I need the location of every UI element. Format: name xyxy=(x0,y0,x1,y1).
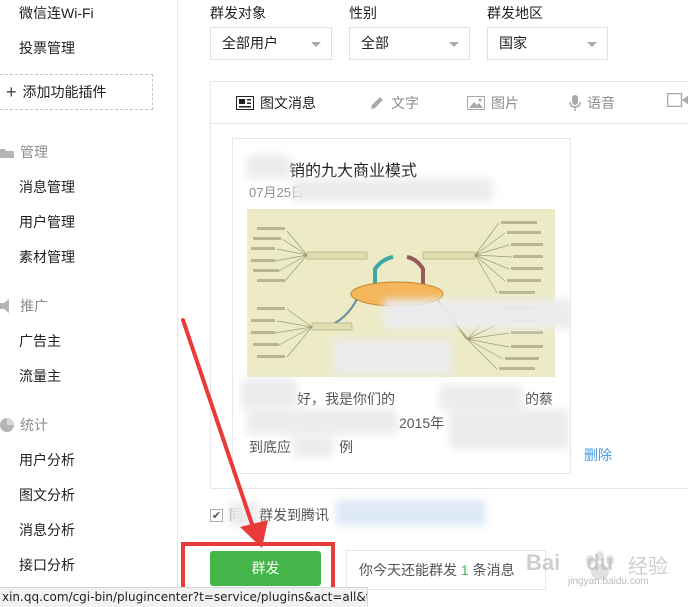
section-manage-header: 管理 xyxy=(0,142,48,162)
sidebar-item-api-analysis[interactable]: 接口分析 xyxy=(19,555,75,575)
sync-weibo-option[interactable]: ✔ 同 群发到腾讯 xyxy=(210,505,329,525)
redacted-image-overlay-2 xyxy=(333,339,453,375)
watermark-brand-part1: Bai xyxy=(526,550,561,575)
image-icon xyxy=(467,96,485,110)
excerpt-line-1b: 的蔡 xyxy=(525,391,553,407)
tab-voice-label: 语音 xyxy=(587,95,615,111)
tab-voice[interactable]: 语音 xyxy=(569,93,615,113)
news-icon xyxy=(236,96,254,110)
tab-text[interactable]: 文字 xyxy=(369,93,419,113)
redacted-title-start xyxy=(247,155,291,179)
excerpt-line-2: 2015年 xyxy=(399,415,445,431)
gender-select-value: 全部 xyxy=(361,35,389,51)
sidebar-item-materials[interactable]: 素材管理 xyxy=(19,247,75,267)
pencil-icon xyxy=(371,97,383,109)
target-select[interactable]: 全部用户 xyxy=(210,27,332,60)
target-label: 群发对象 xyxy=(210,5,266,21)
sync-checkbox[interactable]: ✔ xyxy=(210,508,223,522)
message-type-tabs: 图文消息 文字 图片 语音 xyxy=(211,82,688,124)
section-promote-header: 推广 xyxy=(0,296,48,316)
tab-news-label: 图文消息 xyxy=(260,95,316,111)
sidebar-item-users[interactable]: 用户管理 xyxy=(19,212,75,232)
section-stats-title: 统计 xyxy=(20,417,48,433)
gender-label: 性别 xyxy=(349,5,377,21)
sidebar-item-messages[interactable]: 消息管理 xyxy=(19,177,75,197)
chevron-down-icon xyxy=(587,42,597,47)
microphone-icon xyxy=(569,95,581,111)
section-manage-title: 管理 xyxy=(20,144,48,160)
excerpt-line-1: 好，我是你们的 xyxy=(297,391,395,407)
section-promote-title: 推广 xyxy=(20,298,48,314)
browser-status-url: xin.qq.com/cgi-bin/plugincenter?t=servic… xyxy=(0,587,368,607)
tab-text-label: 文字 xyxy=(391,95,419,111)
message-editor: 图文消息 文字 图片 语音 销的九大商业模式 07月25日 好，我是你们的 的蔡… xyxy=(210,81,688,489)
redacted-excerpt-2 xyxy=(439,385,523,411)
redacted-excerpt-1 xyxy=(241,379,297,409)
sidebar-item-article-analysis[interactable]: 图文分析 xyxy=(19,485,75,505)
region-select[interactable]: 国家 xyxy=(487,27,608,60)
section-stats-header: 统计 xyxy=(0,415,48,435)
sidebar: 微信连Wi-Fi 投票管理 + 添加功能插件 管理 消息管理 用户管理 素材管理… xyxy=(0,0,178,607)
redacted-excerpt-4 xyxy=(449,409,569,449)
quota-info: 你今天还能群发 1 条消息 xyxy=(346,550,546,590)
folder-icon xyxy=(0,149,14,158)
tab-video[interactable] xyxy=(667,93,688,107)
sidebar-item-advertiser[interactable]: 广告主 xyxy=(19,331,61,351)
region-select-value: 国家 xyxy=(499,35,527,51)
region-label: 群发地区 xyxy=(487,5,543,21)
sidebar-item-vote[interactable]: 投票管理 xyxy=(19,38,75,58)
chevron-down-icon xyxy=(449,42,459,47)
tab-image-label: 图片 xyxy=(491,95,519,111)
excerpt-line-3: 到底应 xyxy=(249,439,291,455)
pie-chart-icon xyxy=(0,418,14,432)
plus-icon: + xyxy=(6,82,17,102)
tab-image[interactable]: 图片 xyxy=(467,93,519,113)
redacted-excerpt-5 xyxy=(293,435,333,457)
quota-count: 1 xyxy=(460,562,469,578)
watermark-brand: Bai du xyxy=(526,550,613,576)
speaker-icon xyxy=(0,299,9,313)
video-icon xyxy=(667,93,688,107)
redacted-sync-1 xyxy=(229,502,259,526)
send-button[interactable]: 群发 xyxy=(210,551,321,586)
gender-select[interactable]: 全部 xyxy=(349,27,470,60)
watermark-brand-part2: du xyxy=(586,550,614,575)
quota-prefix: 你今天还能群发 xyxy=(359,562,457,578)
redacted-sync-2 xyxy=(336,500,486,526)
sidebar-item-message-analysis[interactable]: 消息分析 xyxy=(19,520,75,540)
add-plugin-label: 添加功能插件 xyxy=(22,84,107,100)
watermark-product: 经验 xyxy=(628,556,668,578)
redacted-image-overlay xyxy=(383,299,570,329)
add-plugin-button[interactable]: + 添加功能插件 xyxy=(0,74,153,110)
sidebar-item-traffic[interactable]: 流量主 xyxy=(19,366,61,386)
sidebar-item-wifi[interactable]: 微信连Wi-Fi xyxy=(19,3,94,23)
article-card[interactable]: 销的九大商业模式 07月25日 好，我是你们的 的蔡 2015年 到底应 例 xyxy=(232,138,571,474)
target-select-value: 全部用户 xyxy=(222,35,278,51)
tab-news[interactable]: 图文消息 xyxy=(236,93,316,113)
chevron-down-icon xyxy=(311,42,321,47)
baidu-jingyan-watermark: Bai du 经验 jingyan.baidu.com xyxy=(524,546,688,594)
redacted-date-end xyxy=(293,179,493,201)
sidebar-item-user-analysis[interactable]: 用户分析 xyxy=(19,450,75,470)
watermark-domain: jingyan.baidu.com xyxy=(568,576,649,587)
delete-link[interactable]: 删除 xyxy=(584,445,612,465)
article-title: 销的九大商业模式 xyxy=(289,163,418,180)
quota-suffix: 条消息 xyxy=(472,562,515,578)
excerpt-line-3b: 例 xyxy=(339,439,353,455)
redacted-excerpt-3 xyxy=(247,409,397,435)
sync-label: 群发到腾讯 xyxy=(259,507,329,523)
